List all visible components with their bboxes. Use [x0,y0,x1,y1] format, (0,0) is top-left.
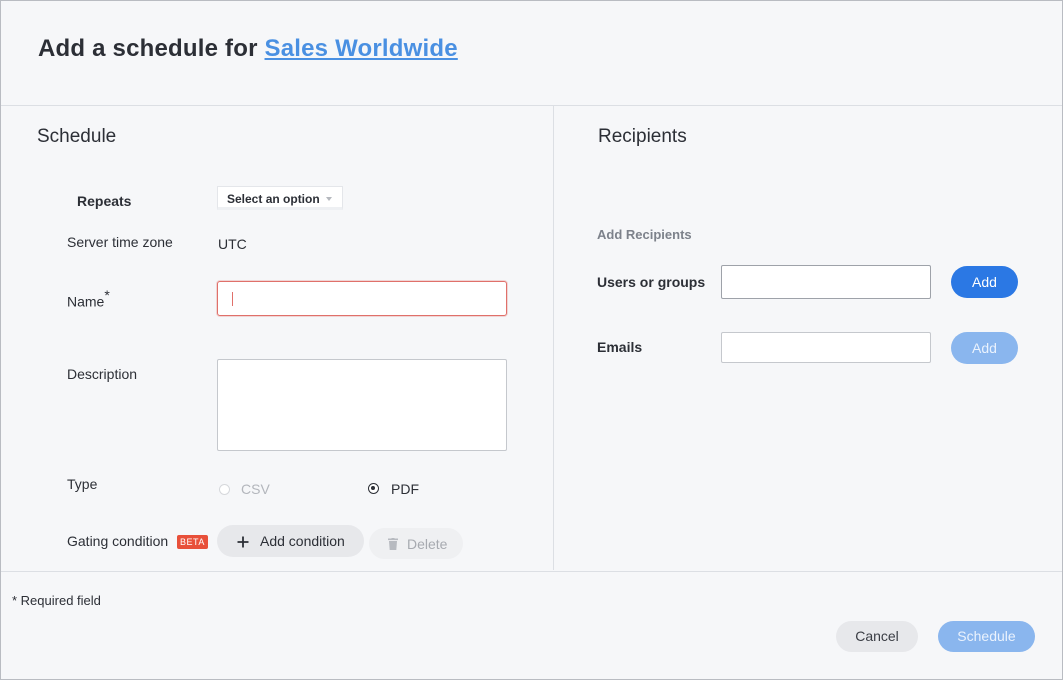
repeats-select-value: Select an option [227,192,320,206]
title-prefix: Add a schedule for [38,35,258,62]
dialog-header: Add a schedule for Sales Worldwide [1,1,1062,106]
required-field-note: * Required field [12,593,101,608]
required-asterisk: * [104,287,110,303]
type-option-csv[interactable]: CSV [241,481,270,497]
schedule-button[interactable]: Schedule [938,621,1035,652]
users-groups-label: Users or groups [597,274,706,290]
recipients-section-title: Recipients [598,126,687,147]
delete-button[interactable]: Delete [369,528,463,559]
recipients-panel: Recipients Add Recipients Users or group… [554,106,1062,570]
name-input[interactable] [217,281,507,316]
type-label: Type [67,476,98,492]
schedule-section-title: Schedule [37,126,117,147]
timezone-label: Server time zone [67,234,173,250]
chevron-down-icon [326,197,332,201]
radio-csv[interactable] [219,484,230,495]
description-label: Description [67,366,138,382]
emails-input[interactable] [721,332,931,363]
add-condition-label: Add condition [260,533,345,549]
add-schedule-dialog: Add a schedule for Sales Worldwide Sched… [0,0,1063,680]
pinboard-link[interactable]: Sales Worldwide [265,35,458,62]
dialog-footer: * Required field Cancel Schedule [1,571,1062,679]
description-textarea[interactable] [217,359,507,451]
text-cursor [232,292,233,306]
name-label: Name* [67,287,110,310]
repeats-label: Repeats [77,193,132,209]
plus-icon [237,536,249,548]
cancel-button[interactable]: Cancel [836,621,918,652]
delete-label: Delete [407,536,448,552]
schedule-panel: Schedule Repeats Select an option Server… [1,106,554,570]
type-option-pdf[interactable]: PDF [391,481,419,497]
emails-label: Emails [597,339,643,355]
users-groups-input[interactable] [721,265,931,299]
add-recipients-heading: Add Recipients [597,227,692,242]
add-emails-button[interactable]: Add [951,332,1018,364]
beta-badge: BETA [177,535,208,549]
add-condition-button[interactable]: Add condition [217,525,364,557]
add-users-button[interactable]: Add [951,266,1018,298]
timezone-value: UTC [218,236,247,252]
radio-pdf[interactable] [368,483,379,494]
gating-label: Gating condition [67,533,169,549]
name-label-text: Name [67,293,105,310]
trash-icon [388,538,398,550]
dialog-title: Add a schedule for Sales Worldwide [38,35,458,63]
repeats-select[interactable]: Select an option [217,186,343,210]
